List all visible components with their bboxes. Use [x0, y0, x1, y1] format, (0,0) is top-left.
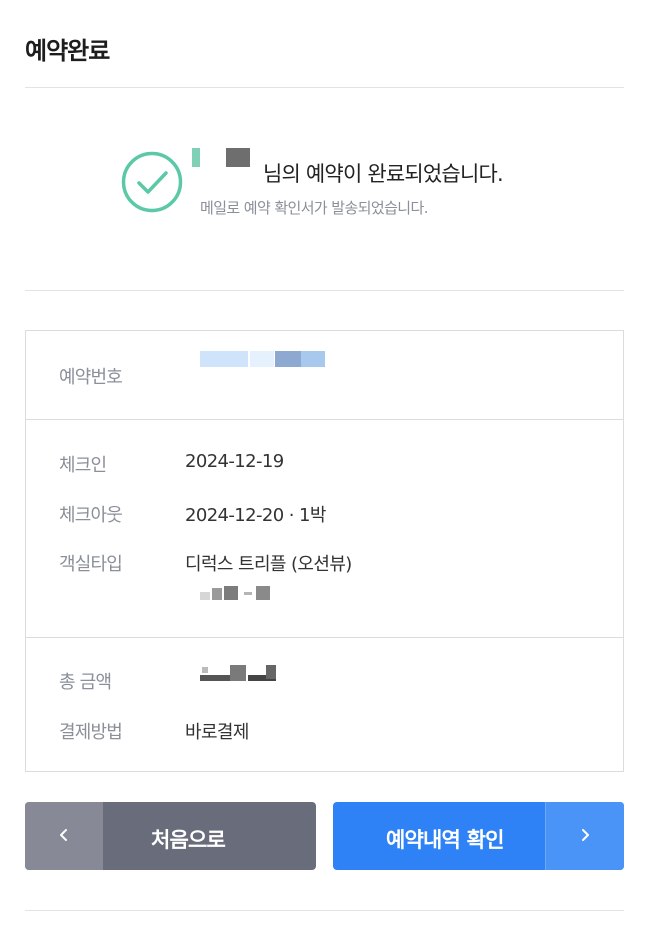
payment-method-label: 결제방법: [59, 722, 123, 743]
go-home-button[interactable]: 처음으로: [25, 802, 316, 870]
room-type-value: 디럭스 트리플 (오션뷰): [185, 554, 352, 575]
reservation-history-label: 예약내역 확인: [386, 828, 504, 852]
email-sent-message: 메일로 예약 확인서가 발송되었습니다.: [200, 199, 428, 217]
checkin-value: 2024-12-19: [185, 451, 284, 472]
section-divider: [25, 290, 624, 291]
masked-room-detail: [200, 586, 272, 602]
header-divider: [25, 87, 624, 88]
checkout-label: 체크아웃: [59, 505, 123, 526]
checkin-label: 체크인: [59, 455, 107, 476]
masked-total-amount: [200, 665, 278, 683]
chevron-left-icon: [60, 829, 67, 841]
masked-user-name: [192, 148, 250, 170]
page-title: 예약완료: [25, 37, 110, 65]
reservation-history-button[interactable]: 예약내역 확인: [333, 802, 624, 870]
masked-reservation-number: [200, 351, 326, 369]
payment-method-value: 바로결제: [185, 722, 249, 743]
chevron-right-icon: [582, 829, 589, 841]
reservation-number-label: 예약번호: [59, 367, 123, 388]
footer-divider: [25, 910, 624, 911]
check-circle-icon: [121, 151, 183, 213]
go-home-label: 처음으로: [151, 828, 226, 852]
reservation-history-arrow-area[interactable]: [545, 802, 624, 870]
total-amount-label: 총 금액: [59, 672, 112, 693]
details-divider: [26, 419, 623, 420]
room-type-label: 객실타입: [59, 554, 123, 575]
payment-divider: [26, 637, 623, 638]
go-home-arrow-area[interactable]: [25, 802, 103, 870]
reservation-details: 예약번호 체크인 2024-12-19 체크아웃 2024-12-20 · 1박…: [25, 330, 624, 772]
checkout-value: 2024-12-20 · 1박: [185, 505, 326, 526]
completion-message: 님의 예약이 완료되었습니다.: [263, 162, 504, 186]
